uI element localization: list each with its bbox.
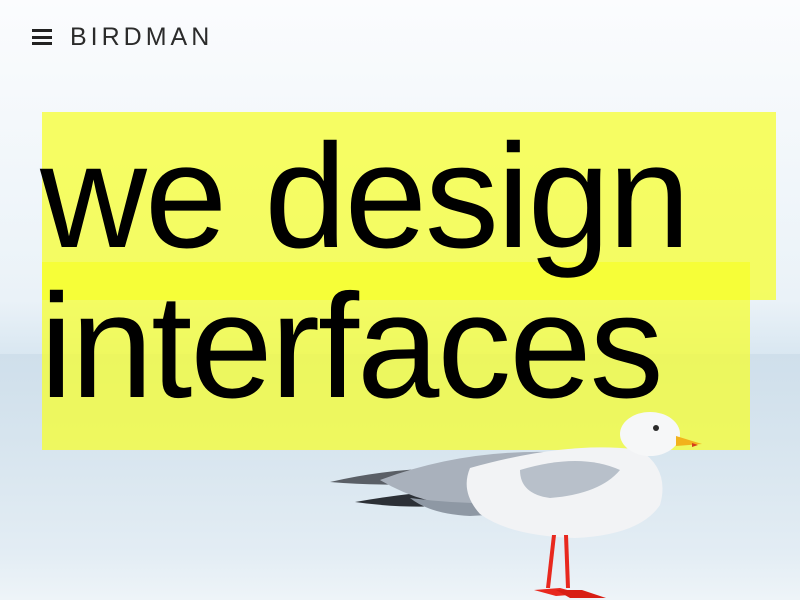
menu-bar [32, 35, 52, 39]
menu-bar [32, 42, 52, 45]
hero-headline: we design interfaces [40, 114, 690, 429]
hamburger-menu-icon[interactable] [32, 29, 52, 45]
brand-logo[interactable]: BIRDMAN [70, 23, 213, 52]
headline-line-2: interfaces [40, 264, 664, 429]
seagull-image [330, 412, 702, 598]
headline-line-1: we design [40, 114, 690, 279]
page: BIRDMAN we design interfaces [0, 0, 800, 600]
menu-bar [32, 29, 52, 32]
site-header: BIRDMAN [32, 22, 213, 52]
